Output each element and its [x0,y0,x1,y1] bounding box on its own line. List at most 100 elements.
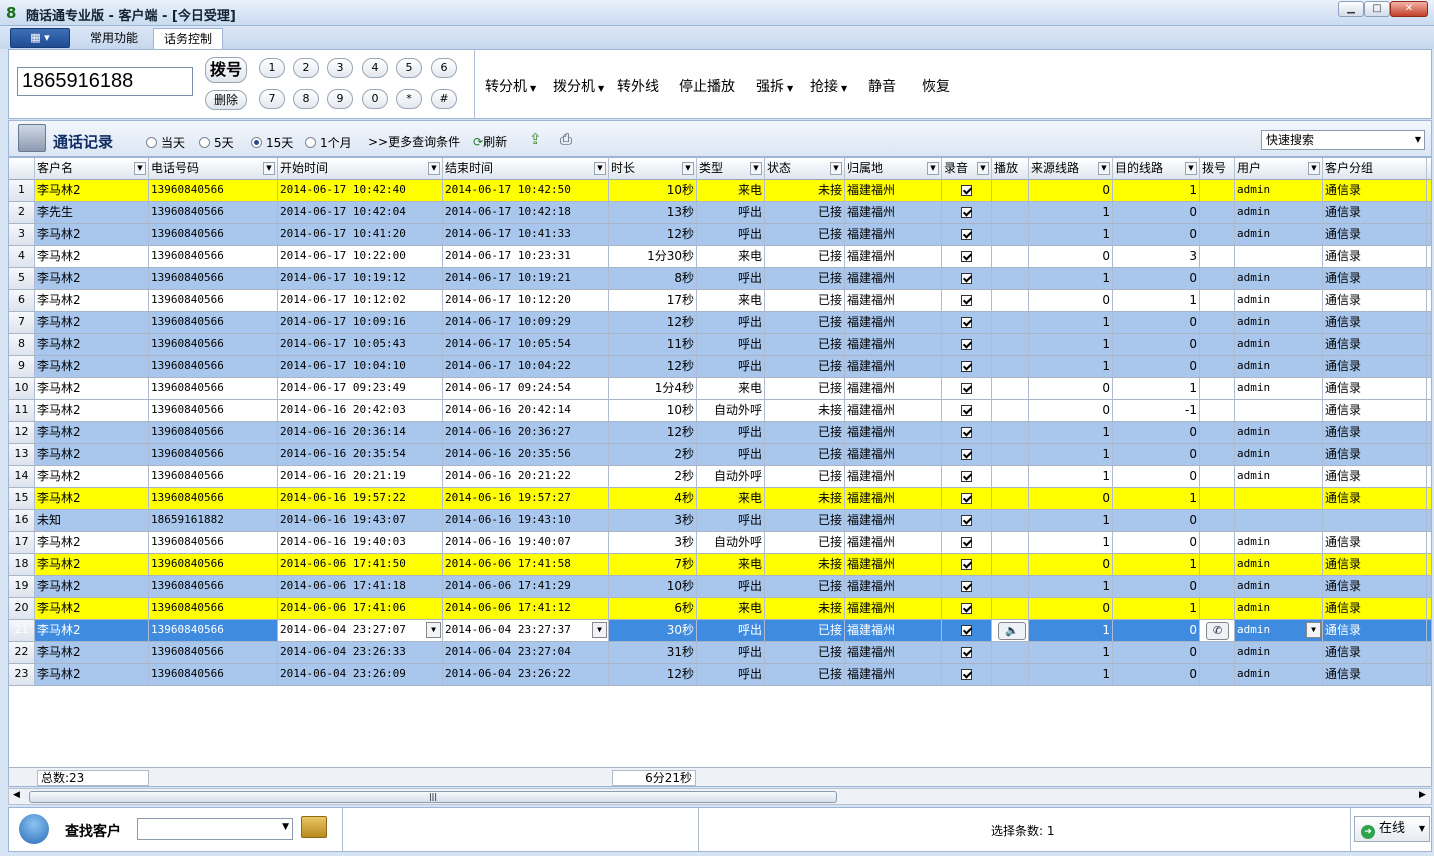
table-row[interactable]: 11 李马林2 13960840566 2014-06-16 20:42:03 2014… [9,400,1431,422]
recording-checkbox-icon[interactable] [961,185,972,196]
recording-checkbox-icon[interactable] [961,669,972,680]
recording-checkbox-icon[interactable] [961,207,972,218]
table-row[interactable]: 5 李马林2 13960840566 2014-06-17 10:19:12 2014-… [9,268,1431,290]
table-row[interactable]: 16 未知 18659161882 2014-06-16 19:43:07 2014-0… [9,510,1431,532]
table-row[interactable]: 8 李马林2 13960840566 2014-06-17 10:05:43 2014-… [9,334,1431,356]
key-9[interactable]: 0 [362,89,388,109]
table-row[interactable]: 23 李马林2 13960840566 2014-06-04 23:26:09 2014… [9,664,1431,686]
recording-checkbox-icon[interactable] [961,361,972,372]
table-row[interactable]: 22 李马林2 13960840566 2014-06-04 23:26:33 2014… [9,642,1431,664]
table-row[interactable]: 3 李马林2 13960840566 2014-06-17 10:41:20 2014-… [9,224,1431,246]
table-row[interactable]: 21 李马林2 13960840566 2014-06-04 23:27:07 ▼ 201… [9,620,1431,642]
table-row[interactable]: 20 李马林2 13960840566 2014-06-06 17:41:06 2014… [9,598,1431,620]
export-icon[interactable]: ⇪ [529,130,542,148]
column-header-dst[interactable]: 目的线路 ▼ [1113,158,1200,180]
column-header-play[interactable]: 播放 [992,158,1029,180]
tab-common-functions[interactable]: 常用功能 [80,28,148,49]
column-header-src[interactable]: 来源线路 ▼ [1029,158,1113,180]
key-2[interactable]: 3 [327,58,353,78]
filter-dropdown-icon[interactable]: ▼ [682,162,694,175]
column-header-start[interactable]: 开始时间 ▼ [278,158,443,180]
scroll-left-icon[interactable]: ◀ [13,790,20,800]
action-7[interactable]: 恢复 [922,76,950,96]
action-1[interactable]: 拨分机 ▼ [553,76,604,96]
filter-dropdown-icon[interactable]: ▼ [750,162,762,175]
column-header-phone[interactable]: 电话号码 ▼ [149,158,278,180]
filter-dropdown-icon[interactable]: ▼ [134,162,146,175]
range-2[interactable]: 15天 [251,134,293,151]
recording-checkbox-icon[interactable] [961,405,972,416]
recording-checkbox-icon[interactable] [961,339,972,350]
column-header-end[interactable]: 结束时间 ▼ [443,158,609,180]
online-status-button[interactable]: ➜ 在线 ▼ [1354,816,1430,842]
table-row[interactable]: 10 李马林2 13960840566 2014-06-17 09:23:49 2014… [9,378,1431,400]
range-3[interactable]: 1个月 [305,134,352,151]
recording-checkbox-icon[interactable] [961,603,972,614]
print-icon[interactable]: ⎙ [560,130,572,148]
action-4[interactable]: 强拆 ▼ [756,76,793,96]
column-header-type[interactable]: 类型 ▼ [697,158,765,180]
filter-dropdown-icon[interactable]: ▼ [1185,162,1197,175]
key-11[interactable]: # [431,89,457,109]
range-1[interactable]: 5天 [199,134,234,151]
table-row[interactable]: 9 李马林2 13960840566 2014-06-17 10:04:10 2014-… [9,356,1431,378]
filter-dropdown-icon[interactable]: ▼ [428,162,440,175]
table-row[interactable]: 12 李马林2 13960840566 2014-06-16 20:36:14 2014… [9,422,1431,444]
recording-checkbox-icon[interactable] [961,295,972,306]
table-row[interactable]: 18 李马林2 13960840566 2014-06-06 17:41:50 2014… [9,554,1431,576]
recording-checkbox-icon[interactable] [961,471,972,482]
table-row[interactable]: 7 李马林2 13960840566 2014-06-17 10:09:16 2014-… [9,312,1431,334]
filter-dropdown-icon[interactable]: ▼ [830,162,842,175]
action-0[interactable]: 转分机 ▼ [485,76,536,96]
table-row[interactable]: 6 李马林2 13960840566 2014-06-17 10:12:02 2014-… [9,290,1431,312]
key-5[interactable]: 6 [431,58,457,78]
delete-button[interactable]: 删除 [205,90,247,110]
recording-checkbox-icon[interactable] [961,229,972,240]
recording-checkbox-icon[interactable] [961,625,972,636]
column-header-dur[interactable]: 时长 ▼ [609,158,697,180]
find-customer-select[interactable]: ▼ [137,818,293,840]
key-6[interactable]: 7 [259,89,285,109]
key-1[interactable]: 2 [293,58,319,78]
filter-dropdown-icon[interactable]: ▼ [927,162,939,175]
filter-dropdown-icon[interactable]: ▼ [1098,162,1110,175]
key-4[interactable]: 5 [396,58,422,78]
open-folder-icon[interactable] [301,816,327,838]
key-8[interactable]: 9 [327,89,353,109]
recording-checkbox-icon[interactable] [961,317,972,328]
filter-dropdown-icon[interactable]: ▼ [263,162,275,175]
recording-checkbox-icon[interactable] [961,251,972,262]
chevron-down-icon[interactable]: ▼ [426,622,441,638]
filter-dropdown-icon[interactable]: ▼ [594,162,606,175]
recording-checkbox-icon[interactable] [961,559,972,570]
table-row[interactable]: 15 李马林2 13960840566 2014-06-16 19:57:22 2014… [9,488,1431,510]
column-header-dial[interactable]: 拨号 [1200,158,1235,180]
table-row[interactable]: 14 李马林2 13960840566 2014-06-16 20:21:19 2014… [9,466,1431,488]
minimize-button[interactable]: ▁ [1338,1,1364,17]
action-3[interactable]: 停止播放 [679,76,735,96]
table-row[interactable]: 2 李先生 13960840566 2014-06-17 10:42:04 2014-0… [9,202,1431,224]
recording-checkbox-icon[interactable] [961,581,972,592]
refresh-button[interactable]: ⟳刷新 [473,133,507,150]
recording-checkbox-icon[interactable] [961,273,972,284]
action-6[interactable]: 静音 [868,76,896,96]
table-row[interactable]: 1 李马林2 13960840566 2014-06-17 10:42:40 2014-… [9,180,1431,202]
scroll-thumb[interactable]: ||| [29,791,837,803]
app-menu-button[interactable]: ▦ ▾ [10,28,70,48]
column-header-user[interactable]: 用户 ▼ [1235,158,1323,180]
filter-dropdown-icon[interactable]: ▼ [977,162,989,175]
key-3[interactable]: 4 [362,58,388,78]
recording-checkbox-icon[interactable] [961,515,972,526]
more-filters-link[interactable]: >>更多查询条件 [368,133,460,150]
range-0[interactable]: 当天 [146,134,185,151]
recording-checkbox-icon[interactable] [961,537,972,548]
dial-button[interactable]: 拨号 [205,57,247,83]
key-0[interactable]: 1 [259,58,285,78]
close-button[interactable]: ✕ [1390,1,1428,17]
filter-dropdown-icon[interactable]: ▼ [1308,162,1320,175]
table-row[interactable]: 17 李马林2 13960840566 2014-06-16 19:40:03 2014… [9,532,1431,554]
tab-call-control[interactable]: 话务控制 [153,28,224,49]
key-10[interactable]: * [396,89,422,109]
action-5[interactable]: 抢接 ▼ [810,76,847,96]
dial-phone-icon[interactable]: ✆ [1206,622,1230,640]
